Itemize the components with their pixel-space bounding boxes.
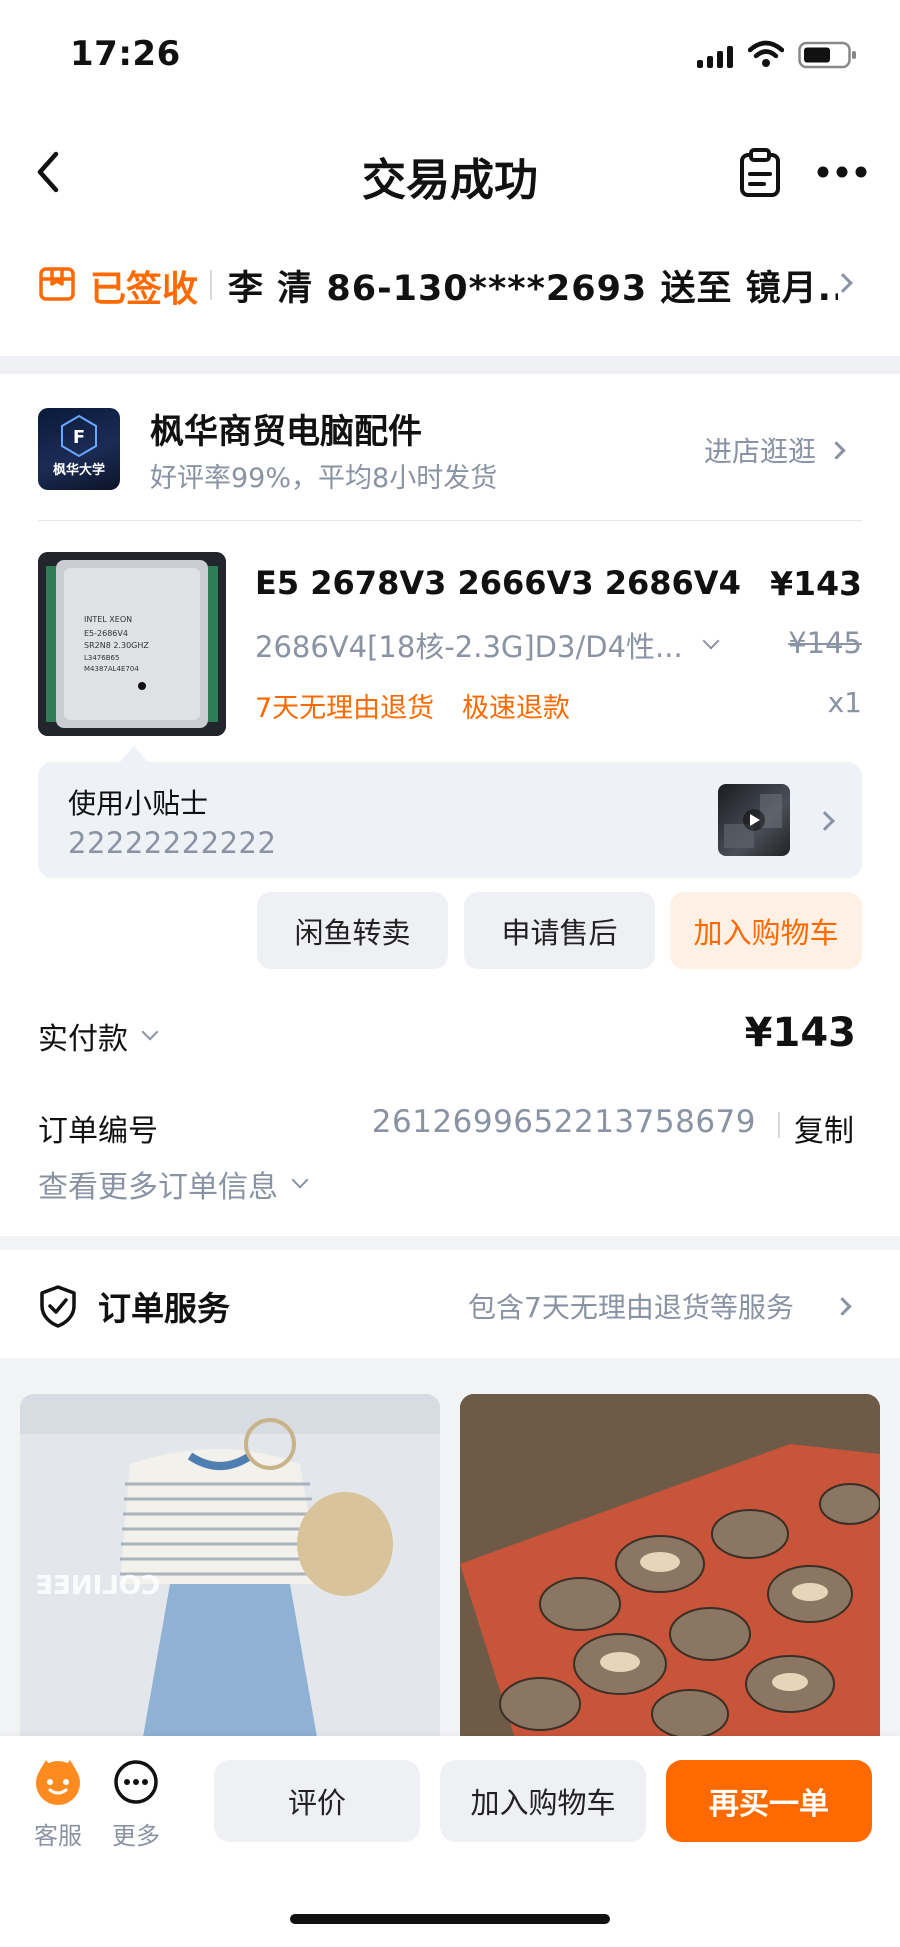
order-number-label: 订单编号 — [38, 1114, 158, 1149]
shop-logo[interactable]: F 枫华大学 — [38, 408, 120, 490]
buy-again-button[interactable]: 再买一单 — [666, 1760, 872, 1842]
delivery-status: 已签收 — [90, 269, 199, 310]
more-button[interactable]: 更多 — [108, 1756, 164, 1856]
home-indicator — [290, 1914, 610, 1924]
customer-service-button[interactable]: 客服 — [28, 1756, 88, 1856]
recommend-watermark: COLINEE — [35, 1571, 160, 1601]
shop-name[interactable]: 枫华商贸电脑配件 — [150, 404, 422, 453]
review-button[interactable]: 评价 — [214, 1760, 420, 1842]
chevron-down-icon — [702, 632, 720, 650]
cpu-code-text: L3476B65 — [84, 654, 119, 662]
tip-video-thumbnail[interactable] — [718, 784, 790, 856]
after-sale-button[interactable]: 申请售后 — [464, 892, 655, 969]
tip-value: 22222222222 — [68, 826, 277, 860]
cpu-model-text: E5-2686V4 — [84, 629, 128, 638]
shop-rating: 好评率99%，平均8小时发货 — [150, 463, 498, 494]
recommend-item-clothing[interactable]: COLINEE — [20, 1394, 440, 1754]
return-tag: 7天无理由退货 — [255, 693, 435, 724]
status-time: 17:26 — [70, 34, 181, 74]
original-price: ¥145 — [788, 626, 862, 660]
chevron-right-icon — [815, 811, 835, 831]
section-gap — [0, 356, 900, 374]
cpu-brand-text: INTEL XEON — [84, 615, 132, 624]
package-icon — [38, 264, 76, 302]
visit-shop-link[interactable]: 进店逛逛 — [704, 430, 846, 470]
chevron-down-icon — [291, 1171, 309, 1189]
customer-service-icon — [36, 1760, 80, 1805]
delivery-row[interactable]: 已签收 李 清 86-130****2693 送至 镜月... — [0, 254, 900, 314]
recommend-item-mushrooms[interactable] — [460, 1394, 880, 1754]
product-image[interactable]: INTEL XEON E5-2686V4 SR2N8 2.30GHZ L3476… — [38, 552, 226, 736]
more-icon — [114, 1760, 158, 1804]
shop-logo-text: 枫华大学 — [53, 462, 105, 478]
resell-button[interactable]: 闲鱼转卖 — [257, 892, 448, 969]
refund-tag: 极速退款 — [462, 693, 570, 724]
more-menu-icon[interactable] — [816, 164, 868, 178]
divider — [38, 520, 862, 521]
shop-logo-letter: F — [73, 427, 85, 448]
order-service-row[interactable]: 订单服务 包含7天无理由退货等服务 — [0, 1250, 900, 1358]
bottom-add-cart-button[interactable]: 加入购物车 — [440, 1760, 646, 1842]
clipboard-icon[interactable] — [738, 148, 782, 198]
payment-amount: ¥143 — [744, 1010, 856, 1056]
battery-icon — [798, 40, 858, 70]
product-price: ¥143 — [770, 564, 862, 603]
order-number: 2612699652213758679 — [371, 1104, 756, 1140]
product-spec: 2686V4[18核-2.3G]D3/D4性... — [255, 630, 683, 664]
order-service-label: 订单服务 — [98, 1289, 230, 1328]
add-to-cart-button[interactable]: 加入购物车 — [670, 892, 862, 969]
recipient-info: 李 清 86-130****2693 送至 镜月... — [228, 269, 838, 309]
more-order-info-link[interactable]: 查看更多订单信息 — [38, 1162, 309, 1206]
cpu-freq-text: SR2N8 2.30GHZ — [84, 641, 149, 650]
customer-service-label: 客服 — [34, 1822, 82, 1850]
tip-pointer — [120, 746, 148, 762]
divider — [778, 1112, 780, 1138]
quantity: x1 — [827, 686, 862, 719]
wifi-icon — [747, 40, 785, 70]
tip-title: 使用小贴士 — [68, 787, 209, 820]
signal-icon — [697, 44, 737, 70]
payment-row[interactable]: 实付款 — [38, 1014, 159, 1058]
product-spec-selector[interactable]: 2686V4[18核-2.3G]D3/D4性... — [255, 624, 720, 666]
product-title[interactable]: E5 2678V3 2666V3 2686V4 — [255, 564, 741, 602]
payment-label: 实付款 — [38, 1022, 128, 1057]
chevron-right-icon — [833, 1297, 852, 1316]
tip-box[interactable]: 使用小贴士 22222222222 — [38, 762, 862, 878]
cpu-serial-text: M4387AL4E704 — [84, 665, 139, 673]
more-order-info-label: 查看更多订单信息 — [38, 1170, 278, 1205]
visit-shop-label: 进店逛逛 — [704, 435, 817, 468]
copy-order-button[interactable]: 复制 — [794, 1106, 854, 1150]
order-service-desc: 包含7天无理由退货等服务 — [468, 1291, 794, 1324]
divider — [210, 270, 212, 300]
more-label: 更多 — [112, 1822, 160, 1850]
chevron-down-icon — [141, 1023, 159, 1041]
shield-icon — [38, 1284, 78, 1328]
chevron-right-icon — [827, 440, 846, 460]
